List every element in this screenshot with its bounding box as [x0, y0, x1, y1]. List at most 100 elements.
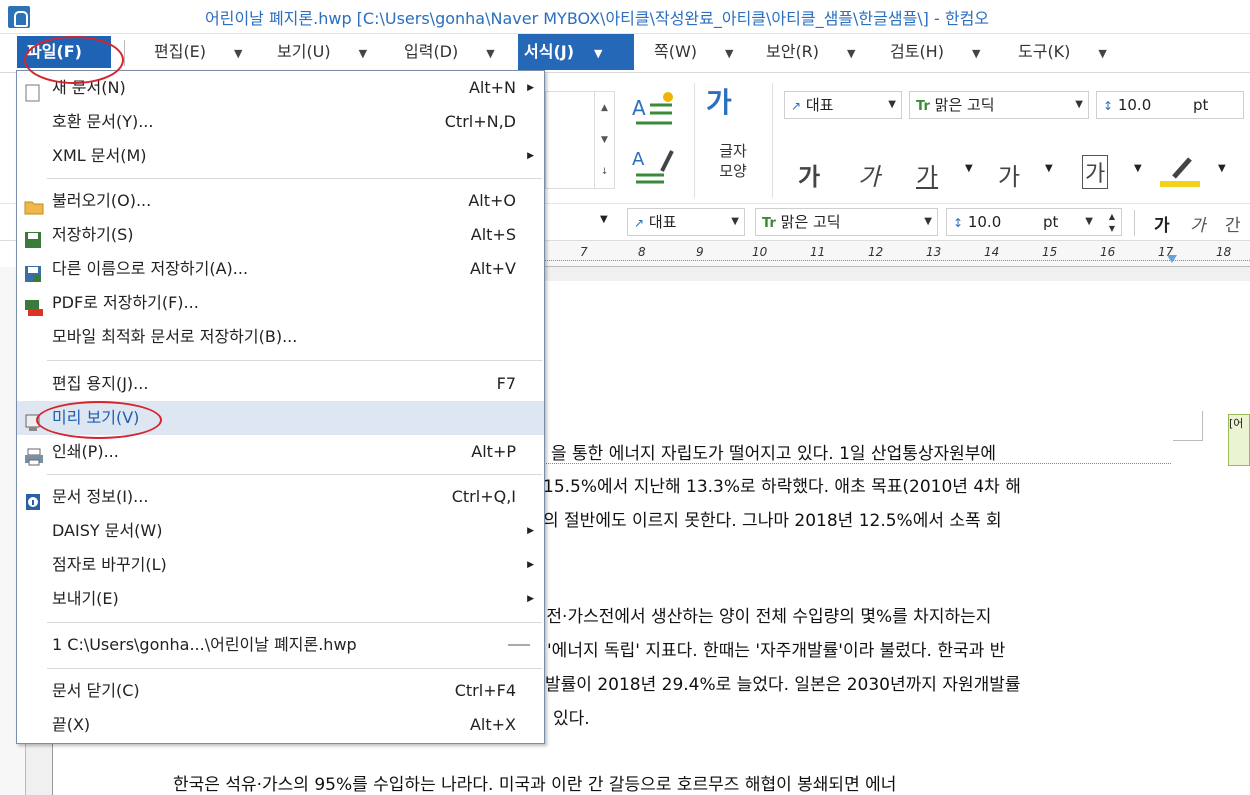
- file-menu-item-save[interactable]: 저장하기(S) Alt+S: [17, 218, 544, 252]
- file-menu-item-send[interactable]: 보내기(E) ▶: [17, 582, 544, 616]
- para-shape-icon[interactable]: A: [632, 91, 676, 129]
- char-shape-label[interactable]: 글자 모양: [713, 141, 753, 181]
- menu-item-label: 1 C:\Users\gonha...\어린이날 폐지론.hwp: [52, 635, 357, 654]
- chevron-down-icon: ▼: [847, 47, 856, 60]
- horizontal-ruler[interactable]: 7 8 9 10 11 12 13 14 15 16 17 18: [540, 241, 1250, 267]
- spinner-icon[interactable]: ▲ ▼: [1109, 211, 1115, 235]
- ruler-number: 12: [868, 245, 884, 259]
- bold-button[interactable]: 가: [798, 157, 820, 192]
- chevron-down-icon: ▼: [731, 216, 739, 227]
- file-menu-item-save-mobile[interactable]: 모바일 최적화 문서로 저장하기(B)...: [17, 320, 544, 354]
- indent-marker[interactable]: [1167, 255, 1177, 263]
- toolbar-style-select[interactable]: ↗ 대표 ▼: [627, 208, 745, 236]
- folder-icon: [24, 193, 44, 215]
- ruler-number: 16: [1100, 245, 1116, 259]
- chevron-down-icon[interactable]: ▼: [1134, 163, 1142, 174]
- svg-text:A: A: [632, 96, 646, 120]
- svg-text:A: A: [632, 149, 645, 170]
- new-doc-icon: [24, 80, 42, 102]
- file-menu-item-xml[interactable]: XML 문서(M) ▶: [17, 139, 544, 173]
- toolbar-underline-button[interactable]: 간: [1225, 211, 1241, 236]
- menu-item-shortcut: Alt+V: [469, 259, 516, 278]
- font-select[interactable]: Tr 맑은 고딕 ▼: [909, 91, 1089, 119]
- menu-insert[interactable]: 입력(D) ▼: [398, 34, 495, 70]
- menu-item-shortcut: Alt+X: [469, 715, 516, 734]
- toolbar-size-select[interactable]: ↕ 10.0 pt ▼ ▲ ▼: [946, 208, 1122, 236]
- toolbar-italic-button[interactable]: 가: [1190, 211, 1206, 236]
- menu-item-shortcut: Ctrl+N,D: [444, 112, 516, 131]
- menu-separator: [47, 474, 542, 475]
- chevron-down-icon[interactable]: ▼: [1218, 163, 1226, 174]
- hwp-app-icon[interactable]: [8, 6, 30, 28]
- file-menu-item-open[interactable]: 불러오기(O)... Alt+O: [17, 184, 544, 218]
- window-title: 어린이날 폐지론.hwp [C:\Users\gonha\Naver MYBOX…: [205, 9, 990, 28]
- gallery-scroll[interactable]: ▲ ▼ ↓: [594, 92, 614, 188]
- menu-security[interactable]: 보안(R) ▼: [760, 34, 856, 70]
- file-menu-item-close-doc[interactable]: 문서 닫기(C) Ctrl+F4: [17, 674, 544, 708]
- chevron-down-icon: ▼: [1085, 216, 1093, 227]
- menu-item-label: 문서 정보(I)...: [52, 487, 149, 506]
- style-brush-icon[interactable]: A: [632, 145, 676, 185]
- style-select[interactable]: ↗ 대표 ▼: [784, 91, 902, 119]
- doc-line: 을 통한 에너지 자립도가 떨어지고 있다. 1일 산업통상자원부에: [551, 444, 997, 464]
- pin-icon[interactable]: [508, 644, 530, 646]
- size-unit: pt: [1193, 96, 1209, 114]
- menu-item-label: 문서 닫기(C): [52, 681, 140, 700]
- underline-button[interactable]: 가: [916, 157, 938, 192]
- menubar-divider: [124, 40, 125, 66]
- chevron-down-icon[interactable]: ▼: [1045, 163, 1053, 174]
- doc-line: ·전·가스전에서 생산하는 양이 전체 수입량의 몇%를 차지하는지: [541, 607, 992, 627]
- menu-item-label: 모바일 최적화 문서로 저장하기(B)...: [52, 327, 298, 346]
- size-select[interactable]: ↕ 10.0 pt: [1096, 91, 1244, 119]
- strikethrough-button[interactable]: 가: [998, 157, 1020, 192]
- memo-tab[interactable]: [어: [1228, 414, 1250, 466]
- menu-item-label: 호환 문서(Y)...: [52, 112, 154, 131]
- size-value: 10.0: [1117, 96, 1152, 114]
- menu-format[interactable]: 서식(J) ▼: [518, 34, 634, 70]
- menu-separator: [47, 622, 542, 623]
- chevron-down-icon[interactable]: ▼: [600, 214, 608, 225]
- menu-view[interactable]: 보기(U) ▼: [271, 34, 367, 70]
- menu-item-label: DAISY 문서(W): [52, 521, 163, 540]
- toolbar-font-select[interactable]: Tr 맑은 고딕 ▼: [755, 208, 938, 236]
- file-menu-item-compat[interactable]: 호환 문서(Y)... Ctrl+N,D: [17, 105, 544, 139]
- toolbar-style-value: 대표: [648, 213, 677, 231]
- outline-button[interactable]: 가: [1082, 155, 1109, 189]
- ruler-number: 15: [1042, 245, 1058, 259]
- menu-item-label: 다른 이름으로 저장하기(A)...: [52, 259, 249, 278]
- file-menu-item-recent-1[interactable]: 1 C:\Users\gonha...\어린이날 폐지론.hwp: [17, 628, 544, 662]
- chevron-down-icon: ▼: [486, 47, 495, 60]
- menu-item-label: 저장하기(S): [52, 225, 134, 244]
- submenu-arrow-icon: ▶: [527, 594, 534, 604]
- toolbar-size-value: 10.0: [967, 213, 1002, 231]
- menu-tools[interactable]: 도구(K) ▼: [1012, 34, 1107, 70]
- file-menu-item-braille[interactable]: 점자로 바꾸기(L) ▶: [17, 548, 544, 582]
- file-menu-item-save-pdf[interactable]: PDF로 저장하기(F)...: [17, 286, 544, 320]
- file-menu-item-save-as[interactable]: 다른 이름으로 저장하기(A)... Alt+V: [17, 252, 544, 286]
- highlight-pen-icon[interactable]: [1160, 153, 1202, 189]
- chevron-down-icon: ▼: [725, 47, 734, 60]
- style-gallery[interactable]: ▲ ▼ ↓: [545, 91, 615, 189]
- menu-item-shortcut: Alt+N: [468, 78, 516, 97]
- chevron-down-icon: ▼: [888, 99, 896, 110]
- file-menu-item-doc-info[interactable]: 문서 정보(I)... Ctrl+Q,I: [17, 480, 544, 514]
- chevron-down-icon: ▼: [924, 216, 932, 227]
- ruler-number: 11: [810, 245, 826, 259]
- chevron-down-icon: ▼: [1098, 47, 1107, 60]
- style-value: 대표: [805, 96, 834, 114]
- title-bar: 어린이날 폐지론.hwp [C:\Users\gonha\Naver MYBOX…: [0, 0, 1250, 34]
- file-menu-item-daisy[interactable]: DAISY 문서(W) ▶: [17, 514, 544, 548]
- menu-edit[interactable]: 편집(E) ▼: [148, 34, 243, 70]
- info-icon: [24, 489, 42, 510]
- italic-button[interactable]: 가: [858, 157, 880, 192]
- margin-corner: [1173, 411, 1203, 441]
- file-menu-item-exit[interactable]: 끝(X) Alt+X: [17, 708, 544, 742]
- menu-review[interactable]: 검토(H) ▼: [884, 34, 980, 70]
- menu-page[interactable]: 쪽(W) ▼: [648, 34, 734, 70]
- toolbar-bold-button[interactable]: 가: [1154, 211, 1170, 236]
- char-shape-icon[interactable]: 가: [706, 81, 756, 127]
- file-menu-item-print[interactable]: 인쇄(P)... Alt+P: [17, 435, 544, 469]
- chevron-down-icon[interactable]: ▼: [965, 163, 973, 174]
- file-menu-item-page-setup[interactable]: 편집 용지(J)... F7: [17, 367, 544, 401]
- doc-line: 한국은 석유·가스의 95%를 수입하는 나라다. 미국과 이란 간 갈등으로 …: [173, 775, 897, 795]
